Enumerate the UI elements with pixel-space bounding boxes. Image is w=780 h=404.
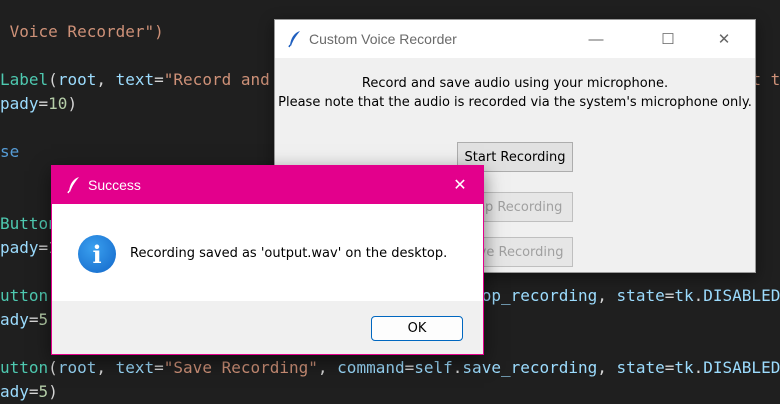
code-line: utton(root, text="Save Recording", comma… <box>0 356 780 380</box>
code-token: = <box>154 70 164 89</box>
feather-icon <box>67 177 79 194</box>
minimize-button[interactable]: — <box>573 20 619 58</box>
code-token: Label <box>0 70 49 89</box>
code-token: Button <box>0 214 58 233</box>
code-token: text <box>115 358 155 377</box>
code-token: tk <box>674 358 694 377</box>
code-token: ) <box>48 382 58 401</box>
code-token: . <box>452 358 463 377</box>
dialog-content: i Recording saved as 'output.wav' on the… <box>52 204 483 301</box>
code-token: save_recording <box>462 358 598 377</box>
info-label-line1: Record and save audio using your microph… <box>361 76 669 91</box>
code-token: state <box>616 358 665 377</box>
code-token: pady <box>0 94 39 113</box>
info-icon: i <box>78 235 116 273</box>
code-token: se <box>0 142 20 161</box>
code-line: se <box>0 140 19 164</box>
code-token: = <box>664 286 675 305</box>
ok-button[interactable]: OK <box>371 316 463 341</box>
code-token: , <box>96 358 116 377</box>
code-token: tk <box>674 286 694 305</box>
code-token: pady <box>0 238 39 257</box>
code-token: , <box>96 70 116 89</box>
code-token: = <box>28 310 39 329</box>
dialog-message: Recording saved as 'output.wav' on the d… <box>130 246 448 261</box>
code-token: . <box>693 286 704 305</box>
code-token: , <box>597 286 617 305</box>
code-line: Button <box>0 212 58 236</box>
code-line: ady=5) <box>0 308 58 332</box>
code-token: ( <box>48 70 58 89</box>
code-token: 5 <box>38 382 49 401</box>
code-token: = <box>664 358 675 377</box>
code-token: DISABLED <box>703 286 780 305</box>
code-token: , <box>597 358 617 377</box>
info-label-line2: Please note that the audio is recorded v… <box>278 95 752 110</box>
code-token: Voice Recorder") <box>0 22 164 41</box>
code-token: = <box>28 382 39 401</box>
minimize-icon: — <box>588 30 604 48</box>
window-titlebar[interactable]: Custom Voice Recorder — ☐ ✕ <box>275 20 755 58</box>
code-line: Voice Recorder") <box>0 20 164 44</box>
dialog-close-button[interactable]: ✕ <box>437 166 483 204</box>
code-token: ) <box>67 94 78 113</box>
code-token: . <box>693 358 704 377</box>
code-token: "Save Recording" <box>163 358 318 377</box>
maximize-button[interactable]: ☐ <box>645 20 691 58</box>
code-line: ady=5) <box>0 380 58 404</box>
code-token: state <box>616 286 665 305</box>
code-token: DISABLED <box>703 358 780 377</box>
code-token: ady <box>0 382 29 401</box>
code-token: 10 <box>48 94 68 113</box>
code-token: text <box>115 70 155 89</box>
code-token: command <box>337 358 405 377</box>
close-button[interactable]: ✕ <box>701 20 747 58</box>
dialog-footer: OK <box>52 301 483 354</box>
feather-icon <box>288 31 300 48</box>
code-token: self <box>414 358 453 377</box>
code-token: 5 <box>38 310 49 329</box>
close-icon: ✕ <box>717 31 731 48</box>
code-token: root <box>57 70 97 89</box>
success-dialog: Success ✕ i Recording saved as 'output.w… <box>51 165 484 355</box>
code-token: root <box>57 358 97 377</box>
code-token: utton <box>0 286 49 305</box>
code-token: = <box>154 358 164 377</box>
code-token: = <box>404 358 415 377</box>
code-token: utton <box>0 358 49 377</box>
dialog-titlebar[interactable]: Success ✕ <box>52 166 483 204</box>
close-icon: ✕ <box>453 177 467 194</box>
code-token: , <box>317 358 338 377</box>
dialog-title: Success <box>88 177 141 193</box>
code-token: = <box>38 238 49 257</box>
code-token: = <box>38 94 49 113</box>
code-token: ( <box>48 358 58 377</box>
window-title: Custom Voice Recorder <box>309 31 457 47</box>
code-token: ady <box>0 310 29 329</box>
maximize-icon: ☐ <box>661 31 675 48</box>
code-line: pady=10) <box>0 92 77 116</box>
